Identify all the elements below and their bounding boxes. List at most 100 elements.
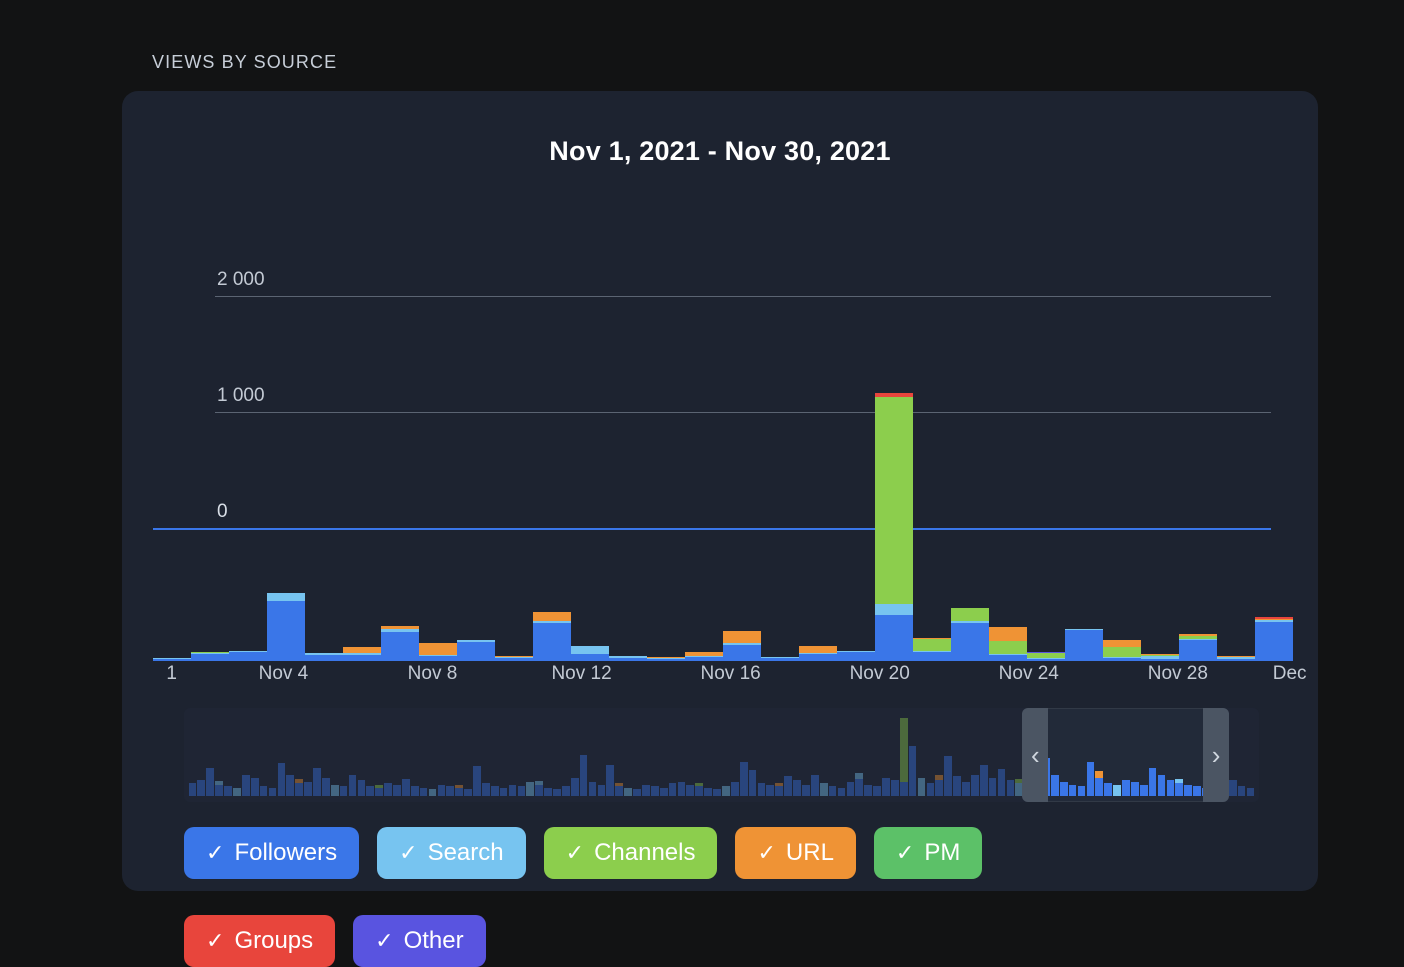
bar-segment [875, 603, 913, 615]
minimap-bar [606, 712, 615, 796]
minimap-bar-segment [268, 787, 277, 796]
bar-segment [723, 644, 761, 661]
minimap-bar-segment [899, 718, 908, 782]
range-handle-left[interactable]: ‹ [1022, 708, 1049, 802]
minimap-bar-segment [286, 774, 295, 796]
minimap-bar [1059, 712, 1068, 796]
minimap-bar [224, 712, 232, 796]
chart-bar[interactable] [1217, 321, 1255, 661]
minimap-bar [650, 712, 659, 796]
chart-bar[interactable] [153, 321, 191, 661]
legend-button-groups[interactable]: ✓ Groups [184, 915, 336, 967]
minimap-bar-segment [1059, 781, 1068, 796]
chart-bar[interactable] [989, 321, 1027, 661]
chart-bar[interactable] [913, 321, 951, 661]
bar-segment [267, 593, 305, 601]
chart-bar[interactable] [685, 321, 723, 661]
minimap-bar-segment [757, 783, 766, 796]
x-axis-label: Nov 16 [700, 663, 761, 684]
minimap-bar-segment [588, 781, 597, 796]
minimap-bar [890, 712, 899, 796]
chart-bar[interactable] [875, 321, 913, 661]
minimap-bar [775, 712, 784, 796]
minimap-bar [437, 712, 446, 796]
minimap-bar-segment [241, 774, 250, 796]
chart-bar[interactable] [229, 321, 267, 661]
minimap-bar [366, 712, 375, 796]
bar-segment [1103, 658, 1141, 661]
y-tick-2000: 2 000 [217, 269, 265, 290]
chart-bar[interactable] [761, 321, 799, 661]
bar-segment [457, 642, 495, 661]
chart-bar[interactable] [571, 321, 609, 661]
minimap-bar-segment [553, 788, 561, 796]
minimap-bar-segment [917, 777, 926, 796]
minimap-bar-segment [348, 774, 357, 796]
chart-bar[interactable] [799, 321, 837, 661]
chart-bar[interactable] [1027, 321, 1065, 661]
minimap-bar-segment [713, 788, 721, 796]
minimap-bar [864, 712, 872, 796]
chart-bar[interactable] [837, 321, 875, 661]
chart-bar[interactable] [495, 321, 533, 661]
minimap-bar [206, 712, 215, 796]
chart-bar[interactable] [381, 321, 419, 661]
minimap-bar [944, 712, 952, 796]
legend-button-search[interactable]: ✓ Search [377, 827, 526, 879]
chart-bar[interactable] [533, 321, 571, 661]
chart-bar[interactable] [305, 321, 343, 661]
legend-button-followers[interactable]: ✓ Followers [184, 827, 360, 879]
minimap-bar-segment [1148, 767, 1157, 796]
chart-bar[interactable] [647, 321, 685, 661]
bar-segment [913, 652, 951, 661]
minimap-bar-segment [357, 780, 366, 796]
legend-button-channels[interactable]: ✓ Channels [543, 827, 718, 879]
range-selector[interactable]: ‹ › [184, 708, 1259, 802]
chart-bar[interactable] [1065, 321, 1103, 661]
minimap-bar-segment [997, 769, 1006, 796]
minimap-bar-segment [1237, 786, 1246, 796]
minimap-bar [1077, 712, 1086, 796]
minimap-bar [526, 712, 535, 796]
minimap-bar [544, 712, 552, 796]
chart-bar[interactable] [1141, 321, 1179, 661]
minimap-bar-segment [935, 780, 944, 796]
minimap-bar-segment [473, 766, 481, 796]
minimap-bar [393, 712, 401, 796]
minimap-bar-segment [944, 756, 952, 796]
minimap-bar [490, 712, 499, 796]
minimap-bar [330, 712, 339, 796]
chart-bar[interactable] [1103, 321, 1141, 661]
chart-bar[interactable] [419, 321, 457, 661]
minimap-bar-segment [508, 784, 517, 796]
minimap-bar [277, 712, 286, 796]
chart-bar[interactable] [951, 321, 989, 661]
minimap-bar-segment [1050, 774, 1059, 796]
chart-bar[interactable] [267, 321, 305, 661]
minimap-bar-segment [579, 754, 588, 796]
minimap-bar-segment [419, 787, 428, 796]
minimap-bar [828, 712, 837, 796]
legend-button-other[interactable]: ✓ Other [353, 915, 486, 967]
legend-button-pm[interactable]: ✓ PM [873, 827, 983, 879]
chart-bar[interactable] [343, 321, 381, 661]
chart-bar[interactable] [191, 321, 229, 661]
chart-bar[interactable] [1255, 321, 1293, 661]
minimap-bar [908, 712, 917, 796]
minimap-bar-segment [1095, 777, 1104, 796]
chart-bar[interactable] [609, 321, 647, 661]
chart-bar[interactable] [1179, 321, 1217, 661]
bar-segment [875, 397, 913, 604]
bar-segment [153, 658, 191, 661]
legend-button-url[interactable]: ✓ URL [735, 827, 856, 879]
bar-series-container [153, 321, 1293, 661]
minimap-bar-segment [366, 786, 375, 796]
minimap-bar [899, 712, 908, 796]
legend-button-label: URL [785, 839, 834, 866]
chart-bar[interactable] [457, 321, 495, 661]
chart-bar[interactable] [723, 321, 761, 661]
minimap-bar-segment [953, 776, 961, 796]
x-axis-label: 1 [166, 663, 177, 684]
minimap-bar-segment [899, 782, 908, 796]
range-handle-right[interactable]: › [1203, 708, 1230, 802]
